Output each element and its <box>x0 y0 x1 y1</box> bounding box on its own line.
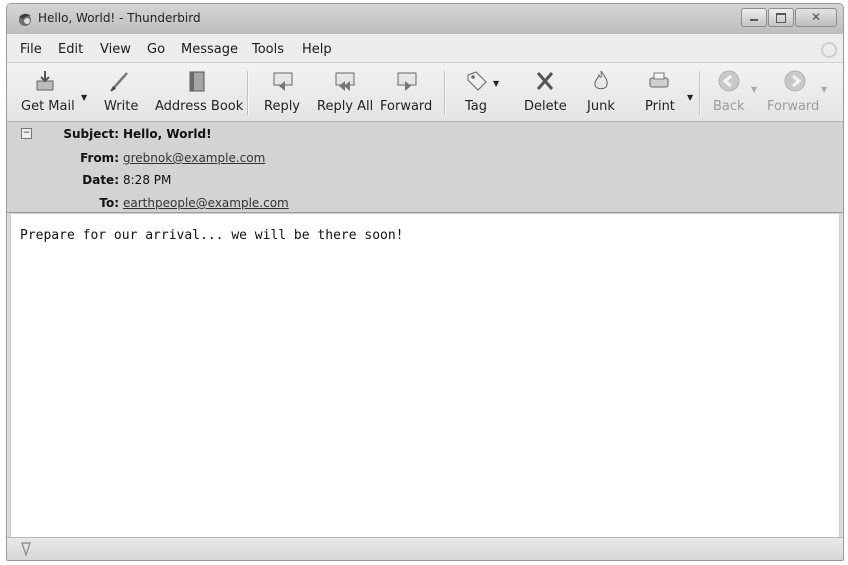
write-button[interactable]: Write <box>99 63 139 121</box>
toolbar-separator <box>444 71 446 115</box>
print-label: Print <box>645 99 675 114</box>
thunderbird-icon <box>19 13 31 26</box>
tag-icon <box>467 71 487 91</box>
message-body-text: Prepare for our arrival... we will be th… <box>20 228 404 243</box>
menu-file[interactable]: File <box>20 42 42 57</box>
minimize-icon <box>750 19 758 21</box>
write-pen-icon <box>110 72 128 92</box>
address-book-label: Address Book <box>155 99 244 114</box>
menu-bar: File Edit View Go Message Tools Help <box>7 34 843 63</box>
collapse-twisty-icon[interactable]: − <box>21 128 32 139</box>
main-toolbar: Get Mail ▼ Write Address Book Reply Repl… <box>7 63 843 122</box>
reply-all-button[interactable]: Reply All <box>315 63 375 121</box>
menu-go[interactable]: Go <box>147 42 165 57</box>
tag-button[interactable]: Tag ▼ <box>457 63 503 121</box>
forward-nav-label: Forward <box>767 99 820 114</box>
back-arrow-icon <box>718 70 740 92</box>
forward-nav-dropdown-icon[interactable]: ▼ <box>821 85 827 94</box>
tag-label: Tag <box>465 99 488 114</box>
menu-view[interactable]: View <box>100 42 131 57</box>
printer-icon <box>649 72 669 88</box>
menu-message[interactable]: Message <box>181 42 238 57</box>
menu-help[interactable]: Help <box>302 42 332 57</box>
to-address-link[interactable]: earthpeople@example.com <box>123 196 289 210</box>
back-button[interactable]: Back ▼ <box>707 63 757 121</box>
forward-label: Forward <box>380 99 433 114</box>
close-button[interactable]: ✕ <box>795 8 837 27</box>
from-address-link[interactable]: grebnok@example.com <box>123 151 265 165</box>
toolbar-separator <box>699 71 701 115</box>
forward-icon <box>397 72 417 91</box>
get-mail-dropdown-icon[interactable]: ▼ <box>81 93 87 102</box>
junk-label: Junk <box>587 99 615 114</box>
delete-x-icon <box>536 72 554 90</box>
thunderbird-window: Hello, World! - Thunderbird ✕ File Edit … <box>6 3 844 561</box>
window-controls: ✕ <box>740 8 837 27</box>
close-icon: ✕ <box>810 10 822 24</box>
subject-label: Subject: <box>63 127 119 141</box>
date-label: Date: <box>82 173 119 187</box>
status-bar <box>7 537 843 560</box>
reply-all-label: Reply All <box>317 99 374 114</box>
reply-icon <box>273 72 293 91</box>
from-label: From: <box>80 151 119 165</box>
message-body-pane[interactable]: Prepare for our arrival... we will be th… <box>10 213 840 538</box>
forward-nav-button[interactable]: Forward ▼ <box>761 63 827 121</box>
title-bar[interactable]: Hello, World! - Thunderbird ✕ <box>7 4 843 34</box>
print-dropdown-icon[interactable]: ▼ <box>687 93 693 102</box>
minimize-button[interactable] <box>741 8 767 27</box>
to-label: To: <box>99 196 119 210</box>
address-book-button[interactable]: Address Book <box>153 63 244 121</box>
date-value: 8:28 PM <box>123 173 172 187</box>
message-header-pane: − Subject: Hello, World! From: grebnok@e… <box>7 122 843 213</box>
back-dropdown-icon[interactable]: ▼ <box>751 85 757 94</box>
subject-value: Hello, World! <box>123 127 212 141</box>
write-label: Write <box>104 99 139 114</box>
junk-button[interactable]: Junk <box>581 63 621 121</box>
window-title: Hello, World! - Thunderbird <box>38 11 201 25</box>
delete-label: Delete <box>524 99 567 114</box>
junk-flame-icon <box>594 70 608 90</box>
reply-label: Reply <box>264 99 301 114</box>
status-icon <box>21 542 31 557</box>
reply-button[interactable]: Reply <box>259 63 303 121</box>
reply-all-icon <box>335 72 355 91</box>
print-button[interactable]: Print ▼ <box>639 63 693 121</box>
menu-tools[interactable]: Tools <box>252 42 284 57</box>
activity-throbber-icon <box>821 42 837 58</box>
get-mail-label: Get Mail <box>21 99 75 114</box>
tag-dropdown-icon[interactable]: ▼ <box>493 79 499 88</box>
maximize-icon <box>776 13 786 23</box>
forward-button[interactable]: Forward <box>379 63 437 121</box>
get-mail-icon <box>36 71 54 91</box>
get-mail-button[interactable]: Get Mail ▼ <box>15 63 87 121</box>
toolbar-separator <box>247 71 249 115</box>
maximize-button[interactable] <box>768 8 794 27</box>
menu-edit[interactable]: Edit <box>58 42 83 57</box>
forward-arrow-icon <box>784 70 806 92</box>
back-label: Back <box>713 99 745 114</box>
delete-button[interactable]: Delete <box>519 63 569 121</box>
address-book-icon <box>189 71 205 92</box>
